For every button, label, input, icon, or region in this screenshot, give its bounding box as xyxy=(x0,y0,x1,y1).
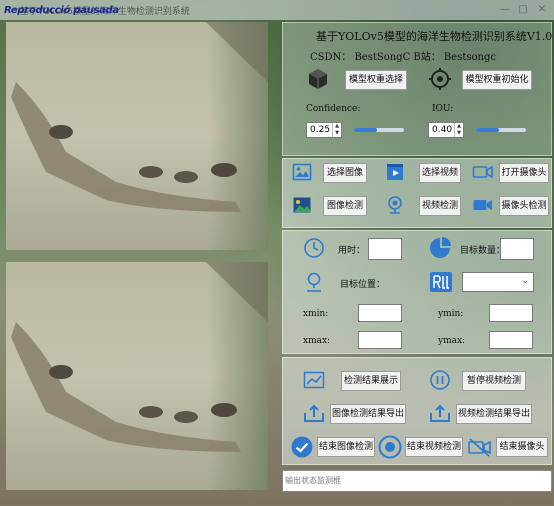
video-camera-icon xyxy=(473,200,492,210)
app-title: 基于YOLOv5模型的海洋生物检测识别系统V1.0 xyxy=(316,30,553,43)
end-video-detect-button[interactable]: 结束视频检测 xyxy=(405,437,463,457)
elapsed-time-value xyxy=(368,238,402,260)
end-image-detect-button[interactable]: 结束图像检测 xyxy=(317,437,375,457)
model-weight-init-button[interactable]: 模型权重初始化 xyxy=(462,70,532,90)
iou-slider[interactable] xyxy=(476,128,526,132)
minimize-button[interactable]: — xyxy=(496,3,514,17)
ymin-label: ymin: xyxy=(438,309,464,319)
confidence-slider[interactable] xyxy=(354,128,404,132)
stop-record-icon xyxy=(378,435,402,459)
iou-value: 0.40 xyxy=(432,125,453,135)
cube-icon xyxy=(309,69,327,89)
xmax-field[interactable] xyxy=(358,331,402,349)
confidence-label: Confidence: xyxy=(306,104,361,114)
webcam-icon xyxy=(388,196,402,214)
ymax-field[interactable] xyxy=(489,331,533,349)
model-weight-select-button[interactable]: 模型权重选择 xyxy=(345,70,407,90)
picture-detect-icon xyxy=(293,197,311,213)
target-count-value xyxy=(500,238,534,260)
rll-logo-icon xyxy=(430,272,452,292)
target-position-select[interactable]: ⌄ xyxy=(462,272,534,292)
video-detect-button[interactable]: 视频检测 xyxy=(419,196,461,216)
camera-off-icon xyxy=(468,438,491,457)
pause-icon xyxy=(430,370,450,390)
video-file-icon xyxy=(387,164,403,180)
check-circle-icon xyxy=(291,436,313,458)
status-output-box[interactable]: 输出状态监测框 xyxy=(282,470,552,492)
confidence-slider-fill xyxy=(354,128,377,132)
xmin-field[interactable] xyxy=(358,304,402,322)
confidence-spinbox[interactable]: 0.25 ▲ ▼ xyxy=(306,122,342,138)
camera-icon xyxy=(472,165,493,179)
image-detect-button[interactable]: 图像检测 xyxy=(323,196,367,216)
line-chart-icon xyxy=(303,371,325,389)
confidence-value: 0.25 xyxy=(310,125,331,135)
iou-label: IOU: xyxy=(432,104,454,114)
pie-chart-icon xyxy=(430,237,451,258)
spin-arrows-icon[interactable]: ▲ ▼ xyxy=(454,123,463,137)
scene-illustration xyxy=(11,22,268,212)
credit-line: CSDN： BestSongC B站： Bestsongc xyxy=(310,52,496,63)
original-image-view xyxy=(6,22,268,250)
export-video-results-button[interactable]: 视频检测结果导出 xyxy=(456,404,532,424)
title-bar: 基于YOLOv5模型的海洋生物检测识别系统 Reproducció pausad… xyxy=(0,0,554,20)
show-results-button[interactable]: 检测结果展示 xyxy=(341,371,401,391)
iou-spinbox[interactable]: 0.40 ▲ ▼ xyxy=(428,122,464,138)
end-camera-button[interactable]: 结束摄像头 xyxy=(496,437,548,457)
ymax-label: ymax: xyxy=(438,336,466,346)
status-placeholder: 输出状态监测框 xyxy=(285,476,341,485)
elapsed-time-label: 用时： xyxy=(338,246,366,256)
xmin-label: xmin: xyxy=(303,309,329,319)
xmax-label: xmax: xyxy=(303,336,331,346)
target-settings-icon xyxy=(429,68,451,90)
target-count-label: 目标数量： xyxy=(460,246,506,256)
export-image-results-button[interactable]: 图像检测结果导出 xyxy=(330,404,406,424)
select-video-button[interactable]: 选择视频 xyxy=(419,163,461,183)
select-image-button[interactable]: 选择图像 xyxy=(323,163,367,183)
maximize-button[interactable]: □ xyxy=(514,3,532,17)
close-button[interactable]: ✕ xyxy=(533,3,551,17)
detection-image-view xyxy=(6,262,268,490)
iou-slider-fill xyxy=(476,128,499,132)
clock-icon xyxy=(304,238,324,258)
playback-paused-overlay: Reproducció pausada xyxy=(4,5,119,16)
spin-arrows-icon[interactable]: ▲ ▼ xyxy=(332,123,341,137)
export-icon xyxy=(304,404,324,422)
target-position-label: 目标位置： xyxy=(340,280,386,290)
open-camera-button[interactable]: 打开摄像头 xyxy=(499,163,549,183)
image-icon xyxy=(292,163,312,181)
camera-detect-button[interactable]: 摄像头检测 xyxy=(499,196,549,216)
pause-video-button[interactable]: 暂停视频检测 xyxy=(462,371,526,391)
chevron-down-icon: ⌄ xyxy=(521,276,529,286)
scene-illustration xyxy=(11,262,268,452)
location-pin-icon xyxy=(307,272,321,292)
ymin-field[interactable] xyxy=(489,304,533,322)
export-icon xyxy=(430,404,450,422)
